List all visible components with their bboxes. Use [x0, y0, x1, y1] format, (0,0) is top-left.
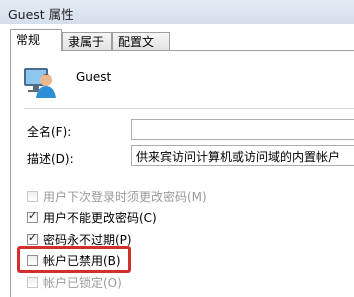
window-title: Guest 属性	[8, 7, 74, 22]
cannot-change-password-checkbox[interactable]: 用户不能更改密码(C)	[27, 208, 157, 226]
description-label: 描述(D):	[27, 152, 74, 166]
fullname-field[interactable]	[131, 119, 354, 140]
tab-general-label: 常规	[16, 33, 41, 47]
description-field[interactable]: 供来宾访问计算机或访问域的内置帐户	[131, 145, 354, 166]
checkbox-label: 密码永不过期(P)	[43, 232, 132, 247]
checkbox-box	[27, 209, 38, 223]
account-locked-checkbox[interactable]: 帐户已锁定(O)	[27, 273, 122, 291]
checkbox-box	[27, 231, 38, 245]
fullname-label: 全名(F):	[27, 125, 72, 139]
checkbox-box	[27, 276, 38, 288]
user-icon	[22, 62, 58, 98]
checkbox-label: 用户下次登录时须更改密码(M)	[43, 189, 207, 204]
checkbox-label: 用户不能更改密码(C)	[43, 210, 157, 225]
divider	[24, 108, 354, 109]
tab-member-of[interactable]: 隶属于	[62, 32, 112, 50]
tab-general[interactable]: 常规	[10, 29, 62, 51]
tab-member-of-label: 隶属于	[68, 35, 105, 49]
title-bar: Guest 属性	[0, 0, 354, 24]
tab-profile[interactable]: 配置文件	[112, 32, 170, 66]
checkbox-box	[27, 190, 38, 202]
must-change-password-checkbox[interactable]: 用户下次登录时须更改密码(M)	[27, 187, 207, 205]
checkbox-label: 帐户已锁定(O)	[43, 275, 122, 290]
username: Guest	[76, 70, 112, 84]
highlight-box	[17, 246, 131, 273]
